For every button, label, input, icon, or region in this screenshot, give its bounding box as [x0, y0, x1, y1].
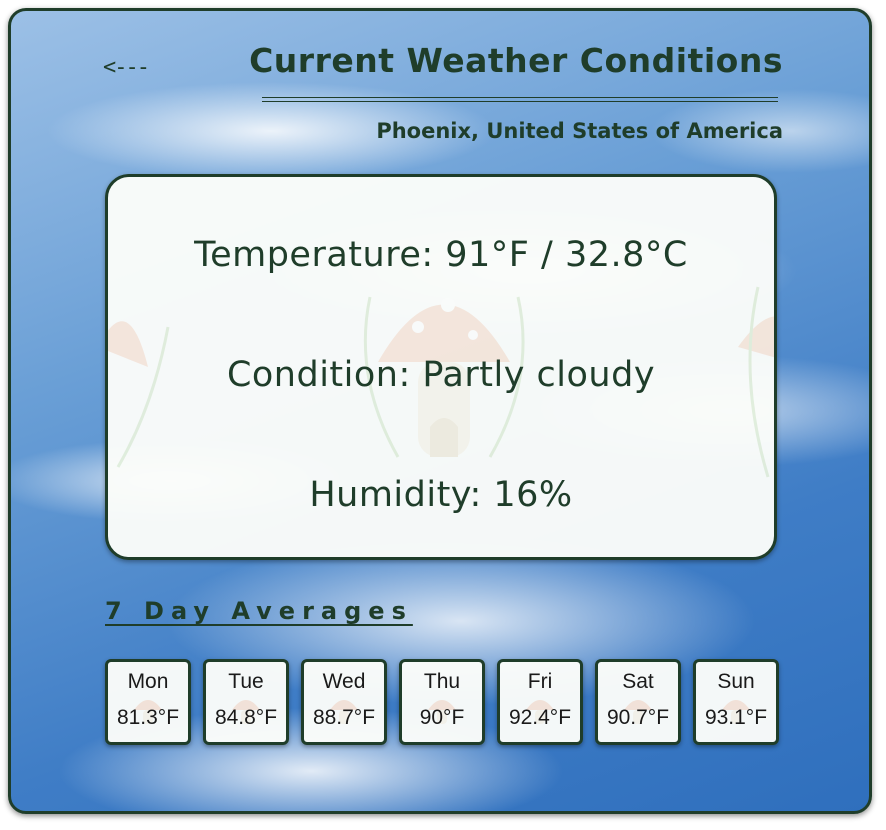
forecast-day-label: Thu: [423, 670, 461, 693]
back-arrow-button[interactable]: <---: [103, 55, 150, 80]
forecast-day-temp: 88.7°F: [312, 706, 376, 729]
forecast-day-label: Fri: [527, 670, 553, 693]
forecast-day-tue: Tue 84.8°F: [203, 659, 289, 745]
location-label: Phoenix, United States of America: [376, 119, 783, 143]
forecast-day-label: Tue: [228, 670, 264, 693]
forecast-day-temp: 90°F: [419, 706, 465, 729]
temperature-reading: Temperature: 91°F / 32.8°C: [194, 235, 688, 275]
forecast-day-label: Sat: [622, 670, 654, 693]
forecast-day-label: Wed: [322, 670, 366, 693]
title-divider: [262, 97, 778, 102]
seven-day-heading: 7 Day Averages: [105, 597, 413, 625]
forecast-day-label: Sun: [717, 670, 755, 693]
condition-reading: Condition: Partly cloudy: [226, 355, 656, 395]
forecast-day-temp: 84.8°F: [214, 706, 278, 729]
forecast-day-sun: Sun 93.1°F: [693, 659, 779, 745]
weather-panel: <--- Current Weather Conditions Phoenix,…: [8, 8, 872, 814]
current-conditions-card: Temperature: 91°F / 32.8°C Condition: Pa…: [105, 174, 777, 560]
forecast-day-fri: Fri 92.4°F: [497, 659, 583, 745]
humidity-reading: Humidity: 16%: [309, 475, 573, 515]
forecast-day-thu: Thu 90°F: [399, 659, 485, 745]
forecast-day-temp: 81.3°F: [116, 706, 180, 729]
seven-day-forecast: Mon 81.3°F Tue 84.8°F Wed 88.7°F Thu 90°…: [105, 659, 779, 745]
page-title: Current Weather Conditions: [249, 41, 783, 80]
forecast-day-mon: Mon 81.3°F: [105, 659, 191, 745]
forecast-day-temp: 92.4°F: [508, 706, 572, 729]
forecast-day-wed: Wed 88.7°F: [301, 659, 387, 745]
forecast-day-temp: 90.7°F: [606, 706, 670, 729]
forecast-day-sat: Sat 90.7°F: [595, 659, 681, 745]
forecast-day-label: Mon: [127, 670, 169, 693]
forecast-day-temp: 93.1°F: [704, 706, 768, 729]
